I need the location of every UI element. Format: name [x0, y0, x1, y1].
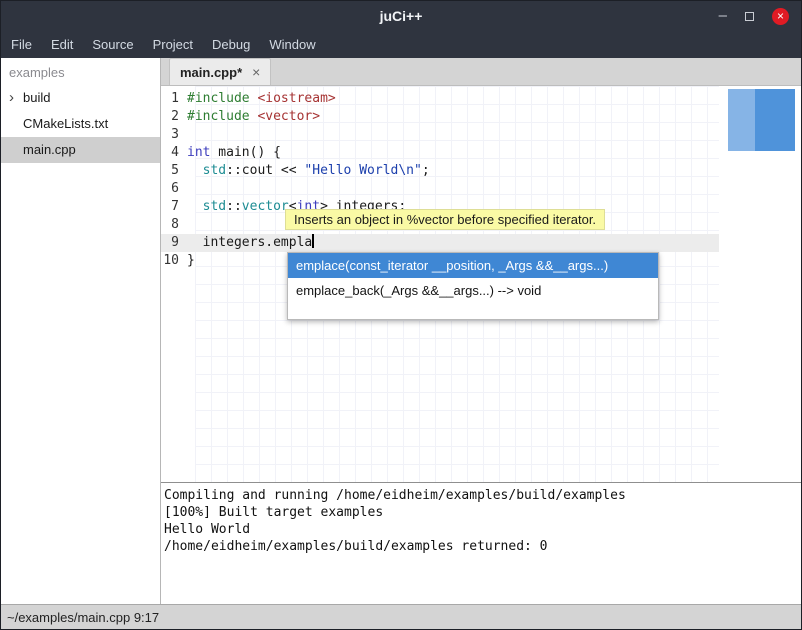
text-cursor [312, 234, 314, 248]
terminal-line: Hello World [164, 521, 799, 538]
line-number: 1 [161, 90, 187, 108]
file-label: build [23, 90, 50, 105]
code-line-3[interactable]: 3 [161, 126, 719, 144]
completion-popup: emplace(const_iterator __position, _Args… [287, 252, 659, 320]
line-content: integers.empla [187, 234, 719, 252]
line-content: #include <iostream> [187, 90, 719, 108]
completion-item-1[interactable]: emplace_back(_Args &&__args...) --> void [288, 278, 658, 303]
file-browser: examples › build CMakeLists.txt main.cpp [1, 58, 161, 604]
line-number: 2 [161, 108, 187, 126]
code-area[interactable]: 1#include <iostream>2#include <vector>34… [161, 90, 719, 270]
line-number: 6 [161, 180, 187, 198]
completion-item-0[interactable]: emplace(const_iterator __position, _Args… [288, 253, 658, 278]
window-title: juCi++ [1, 8, 801, 24]
code-line-5[interactable]: 5 std::cout << "Hello World\n"; [161, 162, 719, 180]
app-window: juCi++ – × File Edit Source Project Debug Win… [0, 0, 802, 630]
minimize-icon[interactable]: – [719, 11, 727, 21]
sidebar-item-main-cpp[interactable]: main.cpp [1, 137, 160, 163]
titlebar[interactable]: juCi++ – × [1, 1, 801, 31]
line-number: 8 [161, 216, 187, 234]
tab-close-icon[interactable]: × [252, 64, 260, 80]
line-content: #include <vector> [187, 108, 719, 126]
sidebar-item-build[interactable]: › build [1, 85, 160, 111]
line-content [187, 126, 719, 144]
code-line-6[interactable]: 6 [161, 180, 719, 198]
terminal-line: /home/eidheim/examples/build/examples re… [164, 538, 799, 555]
file-tree: › build CMakeLists.txt main.cpp [1, 85, 160, 163]
terminal-output[interactable]: Compiling and running /home/eidheim/exam… [161, 483, 801, 604]
project-name: examples [1, 58, 160, 85]
file-label: CMakeLists.txt [23, 116, 108, 131]
line-number: 7 [161, 198, 187, 216]
menu-edit[interactable]: Edit [51, 37, 73, 52]
line-content: int main() { [187, 144, 719, 162]
window-controls: – × [719, 8, 801, 25]
tab-label: main.cpp* [180, 65, 242, 80]
terminal-line: Compiling and running /home/eidheim/exam… [164, 487, 799, 504]
code-line-2[interactable]: 2#include <vector> [161, 108, 719, 126]
menu-file[interactable]: File [11, 37, 32, 52]
menu-source[interactable]: Source [92, 37, 133, 52]
cursor-location: ~/examples/main.cpp 9:17 [7, 610, 159, 625]
line-number: 5 [161, 162, 187, 180]
line-content: std::cout << "Hello World\n"; [187, 162, 719, 180]
line-number: 9 [161, 234, 187, 252]
tab-main-cpp[interactable]: main.cpp* × [169, 58, 271, 85]
doc-tooltip: Inserts an object in %vector before spec… [285, 209, 605, 230]
editor-pane: main.cpp* × 1#include <iostream>2#includ… [161, 58, 801, 604]
code-line-4[interactable]: 4int main() { [161, 144, 719, 162]
menu-debug[interactable]: Debug [212, 37, 250, 52]
menubar: File Edit Source Project Debug Window [1, 31, 801, 58]
file-label: main.cpp [23, 142, 76, 157]
terminal-line: [100%] Built target examples [164, 504, 799, 521]
line-content [187, 180, 719, 198]
code-line-9[interactable]: 9 integers.empla [161, 234, 719, 252]
chevron-right-icon[interactable]: › [9, 85, 14, 111]
scrollbar-thumb[interactable] [728, 89, 795, 151]
sidebar-item-cmakelists-txt[interactable]: CMakeLists.txt [1, 111, 160, 137]
code-editor[interactable]: 1#include <iostream>2#include <vector>34… [161, 86, 801, 482]
statusbar: ~/examples/main.cpp 9:17 [1, 604, 801, 629]
menu-project[interactable]: Project [153, 37, 193, 52]
tabbar: main.cpp* × [161, 58, 801, 86]
menu-window[interactable]: Window [269, 37, 315, 52]
line-number: 3 [161, 126, 187, 144]
line-number: 10 [161, 252, 187, 270]
main-area: examples › build CMakeLists.txt main.cpp ma… [1, 58, 801, 604]
close-icon[interactable]: × [772, 8, 789, 25]
maximize-icon[interactable] [745, 12, 754, 21]
code-line-1[interactable]: 1#include <iostream> [161, 90, 719, 108]
line-number: 4 [161, 144, 187, 162]
